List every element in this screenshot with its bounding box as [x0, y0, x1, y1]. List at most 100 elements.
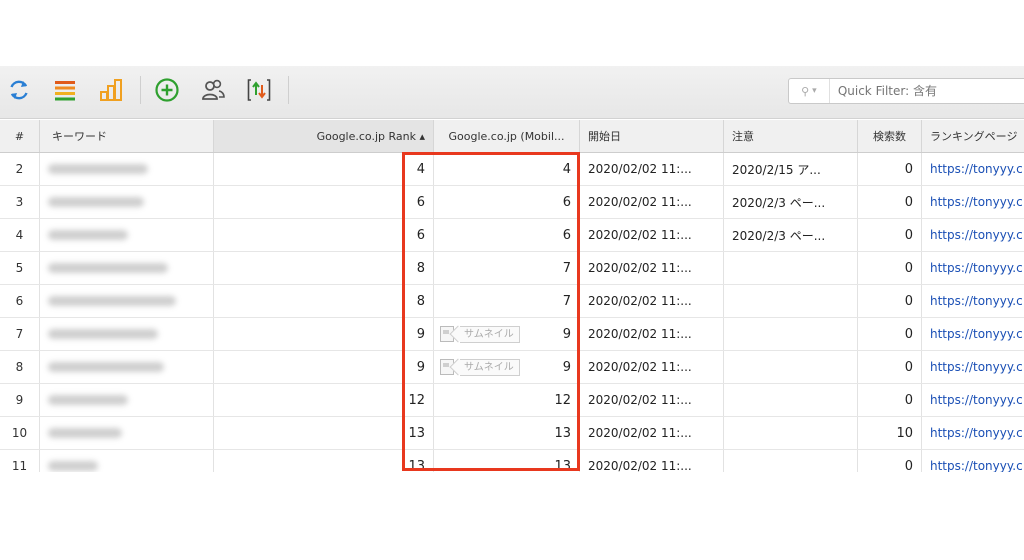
ranking-page-url[interactable]: https://tonyyy.c	[930, 327, 1023, 341]
note-cell[interactable]	[724, 285, 858, 317]
ranking-page-link[interactable]: https://tonyyy.c	[922, 417, 1024, 449]
ranking-page-link[interactable]: https://tonyyy.c	[922, 252, 1024, 284]
sort-updown-icon	[247, 79, 271, 101]
column-header-keyword[interactable]: キーワード	[40, 120, 214, 152]
mobile-rank-value: 7	[562, 260, 571, 276]
row-number: 10	[0, 417, 40, 449]
mobile-rank-value: 9	[562, 326, 571, 342]
start-date-cell: 2020/02/02 11:...	[580, 384, 724, 416]
competitors-button[interactable]	[198, 74, 228, 106]
note-cell[interactable]: 2020/2/3 ペー...	[724, 219, 858, 251]
keyword-cell[interactable]	[40, 318, 214, 350]
row-number: 9	[0, 384, 40, 416]
ranking-page-url[interactable]: https://tonyyy.c	[930, 360, 1023, 374]
table-row[interactable]: 5 8 7 2020/02/02 11:... 0 https://tonyyy.c	[0, 252, 1024, 285]
google-rank-cell: 8	[214, 252, 434, 284]
blurred-keyword	[48, 329, 158, 339]
ranking-page-link[interactable]: https://tonyyy.c	[922, 219, 1024, 251]
column-header-search-volume[interactable]: 検索数	[858, 120, 922, 152]
ranking-page-url[interactable]: https://tonyyy.c	[930, 294, 1023, 308]
keyword-cell[interactable]	[40, 351, 214, 383]
row-number: 7	[0, 318, 40, 350]
blurred-keyword	[48, 461, 98, 471]
note-cell[interactable]	[724, 351, 858, 383]
quick-filter[interactable]: ⚲ ▾	[788, 78, 1024, 104]
google-mobile-rank-cell: 13	[434, 417, 580, 449]
keyword-cell[interactable]	[40, 186, 214, 218]
row-number: 8	[0, 351, 40, 383]
ranking-page-link[interactable]: https://tonyyy.c	[922, 450, 1024, 472]
blurred-keyword	[48, 296, 176, 306]
quick-filter-input[interactable]	[829, 78, 1024, 104]
note-cell[interactable]	[724, 450, 858, 472]
ranking-page-url[interactable]: https://tonyyy.c	[930, 228, 1023, 242]
ranking-page-url[interactable]: https://tonyyy.c	[930, 459, 1023, 472]
row-number: 2	[0, 153, 40, 185]
note-cell[interactable]	[724, 384, 858, 416]
blurred-keyword	[48, 395, 128, 405]
mobile-rank-value: 13	[554, 425, 571, 441]
table-row[interactable]: 10 13 13 2020/02/02 11:... 10 https://tonyyy.…	[0, 417, 1024, 450]
ranking-page-link[interactable]: https://tonyyy.c	[922, 186, 1024, 218]
table-row[interactable]: 7 9 サムネイル 9 2020/02/02 11:... 0 https://tonyyy…	[0, 318, 1024, 351]
start-date-cell: 2020/02/02 11:...	[580, 252, 724, 284]
table-row[interactable]: 2 4 4 2020/02/02 11:... 2020/2/15 ア... 0 https…	[0, 153, 1024, 186]
ranking-page-url[interactable]: https://tonyyy.c	[930, 162, 1023, 176]
keyword-cell[interactable]	[40, 285, 214, 317]
table-row[interactable]: 8 9 サムネイル 9 2020/02/02 11:... 0 https://tonyyy…	[0, 351, 1024, 384]
keyword-cell[interactable]	[40, 153, 214, 185]
ranking-page-link[interactable]: https://tonyyy.c	[922, 351, 1024, 383]
add-button[interactable]	[152, 74, 182, 106]
note-cell[interactable]	[724, 318, 858, 350]
google-rank-cell: 8	[214, 285, 434, 317]
ranking-page-url[interactable]: https://tonyyy.c	[930, 393, 1023, 407]
note-cell[interactable]	[724, 252, 858, 284]
update-rankings-button[interactable]	[244, 74, 274, 106]
search-volume-cell: 0	[858, 252, 922, 284]
thumbnail-badge[interactable]: サムネイル	[440, 358, 520, 376]
column-header-ranking-page[interactable]: ランキングページ	[922, 120, 1024, 152]
mobile-rank-value: 7	[562, 293, 571, 309]
ranking-page-link[interactable]: https://tonyyy.c	[922, 318, 1024, 350]
column-header-google-mobile[interactable]: Google.co.jp (Mobil...	[434, 120, 580, 152]
thumbnail-tag: サムネイル	[460, 358, 520, 376]
ranking-page-url[interactable]: https://tonyyy.c	[930, 261, 1023, 275]
keyword-cell[interactable]	[40, 219, 214, 251]
table-row[interactable]: 6 8 7 2020/02/02 11:... 0 https://tonyyy.c	[0, 285, 1024, 318]
note-cell[interactable]: 2020/2/15 ア...	[724, 153, 858, 185]
note-cell[interactable]	[724, 417, 858, 449]
table-row[interactable]: 3 6 6 2020/02/02 11:... 2020/2/3 ペー... 0 https…	[0, 186, 1024, 219]
table-row[interactable]: 4 6 6 2020/02/02 11:... 2020/2/3 ペー... 0 https…	[0, 219, 1024, 252]
search-options-button[interactable]: ⚲ ▾	[789, 79, 830, 103]
row-number: 3	[0, 186, 40, 218]
keyword-cell[interactable]	[40, 450, 214, 472]
google-rank-cell: 6	[214, 186, 434, 218]
table-row[interactable]: 9 12 12 2020/02/02 11:... 0 https://tonyyy.c	[0, 384, 1024, 417]
refresh-button[interactable]	[4, 74, 34, 106]
list-view-button[interactable]	[50, 74, 80, 106]
mobile-rank-value: 6	[562, 227, 571, 243]
thumbnail-badge[interactable]: サムネイル	[440, 325, 520, 343]
ranking-page-link[interactable]: https://tonyyy.c	[922, 285, 1024, 317]
column-header-number[interactable]: #	[0, 120, 40, 152]
column-header-notes[interactable]: 注意	[724, 120, 858, 152]
ranking-page-link[interactable]: https://tonyyy.c	[922, 384, 1024, 416]
search-volume-cell: 10	[858, 417, 922, 449]
column-header-google-rank[interactable]: Google.co.jp Rank ▴	[214, 120, 434, 152]
ranking-page-link[interactable]: https://tonyyy.c	[922, 153, 1024, 185]
row-number: 5	[0, 252, 40, 284]
ranking-page-url[interactable]: https://tonyyy.c	[930, 426, 1023, 440]
table-row[interactable]: 11 13 13 2020/02/02 11:... 0 https://tonyyy.c	[0, 450, 1024, 472]
note-cell[interactable]: 2020/2/3 ペー...	[724, 186, 858, 218]
google-mobile-rank-cell: 4	[434, 153, 580, 185]
keyword-cell[interactable]	[40, 384, 214, 416]
toolbar-separator	[288, 76, 289, 104]
ranking-page-url[interactable]: https://tonyyy.c	[930, 195, 1023, 209]
mobile-rank-value: 13	[554, 458, 571, 473]
column-header-start-date[interactable]: 開始日	[580, 120, 724, 152]
chart-button[interactable]	[96, 74, 126, 106]
keyword-cell[interactable]	[40, 252, 214, 284]
search-volume-cell: 0	[858, 450, 922, 472]
add-circle-icon	[155, 78, 179, 102]
keyword-cell[interactable]	[40, 417, 214, 449]
